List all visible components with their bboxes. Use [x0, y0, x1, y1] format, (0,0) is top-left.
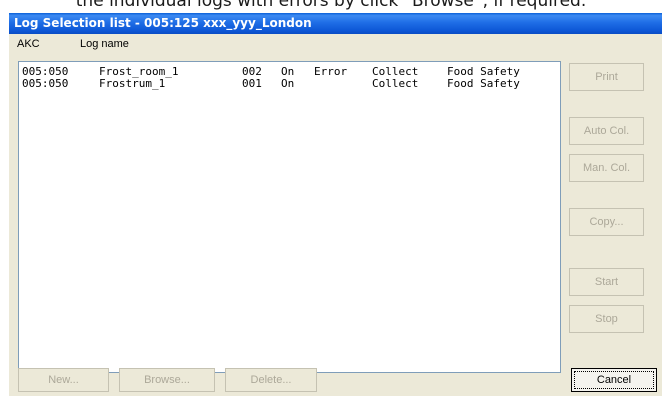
- stop-button[interactable]: Stop: [569, 305, 644, 333]
- cell-group: Food Safety: [447, 77, 520, 90]
- window-title: Log Selection list - 005:125 xxx_yyy_Lon…: [14, 16, 312, 30]
- instruction-caption: the individual logs with errors by click…: [75, 0, 587, 11]
- cell-akc: 005:050: [22, 77, 69, 90]
- cell-log-name: Frostrum_1: [99, 77, 166, 90]
- list-item[interactable]: 005:050 Frostrum_1 001 On Collect Food S…: [22, 78, 520, 90]
- title-bar[interactable]: Log Selection list - 005:125 xxx_yyy_Lon…: [9, 13, 662, 34]
- cell-state: On: [281, 77, 295, 90]
- man-col-button[interactable]: Man. Col.: [569, 154, 644, 182]
- print-button[interactable]: Print: [569, 63, 644, 91]
- log-list[interactable]: 005:050 Frost_room_1 002 On Error Collec…: [18, 61, 561, 373]
- cancel-button[interactable]: Cancel: [571, 368, 657, 392]
- column-header-log-name[interactable]: Log name: [80, 38, 129, 50]
- column-header-akc[interactable]: AKC: [17, 38, 40, 50]
- cell-mode: Collect: [372, 77, 419, 90]
- browse-button[interactable]: Browse...: [119, 368, 215, 392]
- auto-col-button[interactable]: Auto Col.: [569, 117, 644, 145]
- copy-button[interactable]: Copy...: [569, 208, 644, 236]
- delete-button[interactable]: Delete...: [225, 368, 317, 392]
- cell-alarm: Error: [314, 65, 348, 78]
- start-button[interactable]: Start: [569, 268, 644, 296]
- cell-number: 001: [242, 77, 262, 90]
- new-button[interactable]: New...: [18, 368, 109, 392]
- log-selection-window: Log Selection list - 005:125 xxx_yyy_Lon…: [9, 13, 662, 396]
